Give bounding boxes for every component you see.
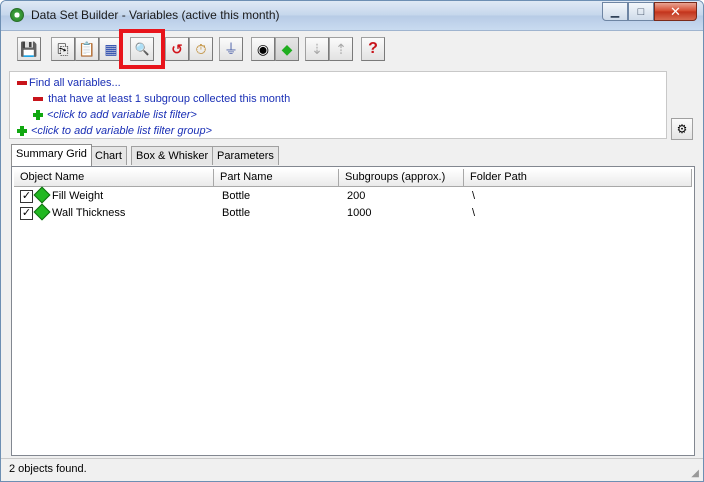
variable-icon bbox=[33, 203, 51, 221]
subgroups-cell: 1000 bbox=[347, 207, 372, 219]
caption-buttons: ▁ □ ✕ bbox=[602, 2, 697, 22]
column-header-subgroups[interactable]: Subgroups (approx.) bbox=[339, 169, 464, 187]
minimize-button[interactable]: ▁ bbox=[602, 2, 628, 21]
remove-icon bbox=[33, 97, 43, 102]
image-icon: ▦ bbox=[104, 41, 118, 57]
gear-icon: ⚙ bbox=[676, 122, 688, 136]
timer-icon: ⏱ bbox=[195, 41, 207, 57]
save-icon: 💾 bbox=[20, 41, 38, 57]
remove-icon bbox=[17, 81, 27, 86]
filter-button[interactable]: ⏚ bbox=[219, 37, 243, 61]
filter-icon: ⏚ bbox=[224, 41, 238, 57]
maximize-button[interactable]: □ bbox=[628, 2, 654, 21]
variable-icon bbox=[33, 186, 51, 204]
paste-button[interactable]: 📋 bbox=[75, 37, 99, 61]
tab-summary-grid[interactable]: Summary Grid bbox=[11, 144, 92, 166]
folder-path-cell: \ bbox=[472, 190, 476, 202]
save-button[interactable]: 💾 bbox=[17, 37, 41, 61]
move-down-button[interactable]: ⇣ bbox=[305, 37, 329, 61]
undo-button[interactable]: ↺ bbox=[165, 37, 189, 61]
part-name-cell: Bottle bbox=[222, 207, 251, 219]
folder-path-cell: \ bbox=[472, 207, 476, 219]
add-icon bbox=[17, 126, 27, 137]
status-bar: 2 objects found. ◢ bbox=[1, 458, 703, 481]
close-button[interactable]: ✕ bbox=[654, 2, 697, 21]
add-filter-label: <click to add variable list filter> bbox=[47, 109, 197, 121]
filter-panel: Find all variables... that have at least… bbox=[9, 71, 667, 139]
title-bar[interactable]: Data Set Builder - Variables (active thi… bbox=[1, 1, 703, 31]
status-text: 2 objects found. bbox=[9, 463, 87, 475]
object-name-cell: Fill Weight bbox=[52, 190, 104, 202]
resize-grip-icon[interactable]: ◢ bbox=[691, 468, 699, 479]
add-filter-link[interactable]: <click to add variable list filter> bbox=[33, 109, 197, 121]
filter-condition[interactable]: that have at least 1 subgroup collected … bbox=[33, 93, 290, 105]
help-button[interactable]: ? bbox=[361, 37, 385, 61]
eye-icon: ◉ bbox=[256, 41, 270, 57]
tab-parameters[interactable]: Parameters bbox=[212, 146, 279, 165]
object-name-cell: Wall Thickness bbox=[52, 207, 126, 219]
move-down-icon: ⇣ bbox=[311, 41, 323, 57]
filter-root-label: Find all variables... bbox=[29, 77, 121, 89]
undo-icon: ↺ bbox=[171, 41, 183, 57]
data-set-builder-window: Data Set Builder - Variables (active thi… bbox=[0, 0, 704, 482]
column-header-object-name[interactable]: Object Name bbox=[14, 169, 214, 187]
add-filter-group-link[interactable]: <click to add variable list filter group… bbox=[17, 125, 212, 137]
column-header-part-name[interactable]: Part Name bbox=[214, 169, 339, 187]
row-checkbox[interactable]: ✓ bbox=[20, 207, 33, 220]
grid-header: Object Name Part Name Subgroups (approx.… bbox=[14, 169, 692, 187]
summary-grid: Object Name Part Name Subgroups (approx.… bbox=[11, 166, 695, 456]
options-button[interactable]: ⚙ bbox=[671, 118, 693, 140]
copy-button[interactable]: ⎘ bbox=[51, 37, 75, 61]
table-row[interactable]: ✓ Wall Thickness Bottle 1000 \ bbox=[14, 203, 692, 222]
subgroups-cell: 200 bbox=[347, 190, 366, 202]
tab-chart[interactable]: Chart bbox=[90, 146, 127, 165]
part-name-cell: Bottle bbox=[222, 190, 251, 202]
variable-button[interactable]: ◆ bbox=[275, 37, 299, 61]
copy-icon: ⎘ bbox=[57, 41, 69, 57]
filter-root[interactable]: Find all variables... bbox=[17, 77, 121, 89]
tab-box-whisker[interactable]: Box & Whisker bbox=[131, 146, 214, 165]
timer-button[interactable]: ⏱ bbox=[189, 37, 213, 61]
help-icon: ? bbox=[368, 40, 378, 57]
filter-condition-label: that have at least 1 subgroup collected … bbox=[48, 93, 291, 105]
move-up-button[interactable]: ⇡ bbox=[329, 37, 353, 61]
app-icon bbox=[10, 8, 24, 22]
move-up-icon: ⇡ bbox=[335, 41, 347, 57]
column-header-folder-path[interactable]: Folder Path bbox=[464, 169, 692, 187]
add-filter-group-label: <click to add variable list filter group… bbox=[31, 125, 212, 137]
highlight-box bbox=[119, 29, 165, 69]
window-title: Data Set Builder - Variables (active thi… bbox=[31, 8, 280, 22]
add-icon bbox=[33, 110, 43, 121]
variable-icon: ◆ bbox=[281, 41, 293, 57]
table-row[interactable]: ✓ Fill Weight Bottle 200 \ bbox=[14, 186, 692, 205]
toolbar: 💾 ⎘ 📋 ▦ 🔍 ↺ ⏱ ⏚ ◉ ◆ ⇣ ⇡ ? bbox=[9, 29, 697, 69]
paste-icon: 📋 bbox=[78, 41, 96, 57]
eye-button[interactable]: ◉ bbox=[251, 37, 275, 61]
row-checkbox[interactable]: ✓ bbox=[20, 190, 33, 203]
